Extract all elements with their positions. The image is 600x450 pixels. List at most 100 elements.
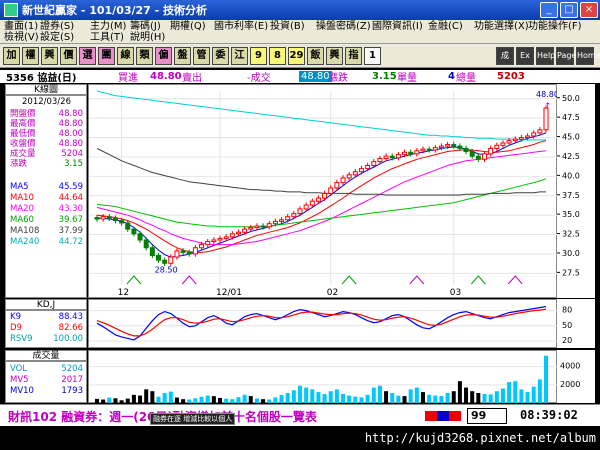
trade-label: -成交 xyxy=(247,73,271,84)
volume-bar xyxy=(347,395,352,403)
toolbar-button-12[interactable]: 江 xyxy=(231,46,248,65)
price-chart[interactable]: 12 12/01 02 03 28.50 48.80 ↑ xyxy=(88,84,559,298)
maximize-button[interactable]: □ xyxy=(560,2,578,18)
candle-body xyxy=(260,225,266,228)
toolbar-button-19[interactable]: 1 xyxy=(364,46,381,65)
candle-body xyxy=(500,142,506,146)
candle-body xyxy=(451,144,457,147)
menu-item-row1-8[interactable]: 國際資訊(I) xyxy=(372,21,423,33)
toolbar-button-4[interactable]: 選 xyxy=(79,46,96,65)
toolbar-button-10[interactable]: 管 xyxy=(193,46,210,65)
kdpanel-rows-row-1: D9 82.66 xyxy=(10,323,83,333)
toolbar-button-16[interactable]: 飯 xyxy=(307,46,324,65)
toolbar-button-2[interactable]: 興 xyxy=(41,46,58,65)
candle-body xyxy=(494,144,500,149)
candle-body xyxy=(106,216,112,219)
toolbar-button-15[interactable]: 29 xyxy=(288,46,305,65)
k-panel-date: 2012/03/26 xyxy=(22,97,71,107)
toolbar-button-0[interactable]: 加 xyxy=(3,46,20,65)
kpanel-ma-label-1: MA10 xyxy=(10,193,34,203)
kd-y-tick: 80 xyxy=(562,306,572,315)
candle-body xyxy=(180,250,186,253)
toolbar-button-14[interactable]: 8 xyxy=(269,46,286,65)
toolbar-button-8[interactable]: 偏 xyxy=(155,46,172,65)
volume-bar xyxy=(187,399,192,403)
kpanel-rows-label-2: 最低價 xyxy=(10,129,36,139)
minimize-button[interactable]: _ xyxy=(540,2,558,18)
kd-chart[interactable] xyxy=(88,299,558,348)
toolbar-button-13[interactable]: 9 xyxy=(250,46,267,65)
change-value: 3.15 xyxy=(372,71,397,82)
toolbar-right-button-0[interactable]: 成 xyxy=(496,46,514,65)
volume-bar xyxy=(279,395,284,403)
volume-bar xyxy=(371,387,376,403)
toolbar-right-button-3[interactable]: Page xyxy=(556,46,576,65)
app-icon xyxy=(4,3,18,17)
candle-body xyxy=(414,150,420,155)
volpanel-rows-value-0: 5204 xyxy=(61,364,83,374)
volume-bar xyxy=(273,397,278,403)
menu-item-row2-3[interactable]: 說明(H) xyxy=(130,32,165,44)
candle-body xyxy=(266,223,272,228)
toolbar-button-5[interactable]: 團 xyxy=(98,46,115,65)
toolbar-button-17[interactable]: 興 xyxy=(326,46,343,65)
menu-item-row1-6[interactable]: 投資(B) xyxy=(270,21,305,33)
candle-body xyxy=(518,137,524,140)
menu-item-row1-10[interactable]: 功能選擇(X) xyxy=(474,21,529,33)
menu-item-row1-9[interactable]: 金融(C) xyxy=(428,21,463,33)
page-counter[interactable]: 99 xyxy=(467,408,507,424)
kpanel-rows-label-1: 最高價 xyxy=(10,119,36,129)
toolbar-button-11[interactable]: 委 xyxy=(212,46,229,65)
kd-info-panel: K9 88.43 D9 82.66 RSV9 100.00 xyxy=(5,310,87,348)
toolbar-button-1[interactable]: 權 xyxy=(22,46,39,65)
candle-body xyxy=(272,220,278,225)
toolbar-button-18[interactable]: 指 xyxy=(345,46,362,65)
candle-body xyxy=(525,135,531,139)
candle-body xyxy=(475,155,481,160)
volume-bar xyxy=(359,397,364,403)
candle-body xyxy=(186,251,192,255)
candle-body xyxy=(463,147,469,153)
trade-value: 48.80 xyxy=(299,71,332,82)
toolbar-right-button-4[interactable]: Home xyxy=(576,46,600,65)
menu-item-row1-11[interactable]: 功能操作(F) xyxy=(528,21,582,33)
volume-bar xyxy=(211,396,216,403)
volume-bar xyxy=(119,400,124,403)
toolbar-button-6[interactable]: 線 xyxy=(117,46,134,65)
menu-item-row1-7[interactable]: 操盤密碼(Z) xyxy=(316,21,371,33)
volume-bar xyxy=(341,393,346,403)
toolbar-button-9[interactable]: 盤 xyxy=(174,46,191,65)
candle-body xyxy=(426,148,432,151)
volpanel-rows-label-1: MV5 xyxy=(10,375,29,385)
volume-bar xyxy=(433,395,438,403)
volume-bar xyxy=(494,391,499,403)
candle-body xyxy=(395,154,401,159)
kdpanel-rows-value-1: 82.66 xyxy=(58,323,83,333)
volume-bar xyxy=(95,398,99,403)
kdpanel-rows-value-2: 100.00 xyxy=(53,334,83,344)
volume-chart[interactable] xyxy=(88,350,558,403)
signal-marker-icon xyxy=(341,275,357,285)
menu-item-row2-2[interactable]: 工具(T) xyxy=(90,32,124,44)
kpanel-ma-value-3: 39.67 xyxy=(58,215,83,225)
volume-bar xyxy=(230,399,235,403)
high-price-label: 48.80 xyxy=(536,90,558,99)
candle-body xyxy=(297,208,303,215)
volume-bar xyxy=(476,393,481,403)
volume-y-axis: 4000 2000 xyxy=(557,350,595,403)
toolbar-right-button-1[interactable]: Ex xyxy=(516,46,534,65)
kdpanel-rows-label-2: RSV9 xyxy=(10,334,33,344)
candle-body xyxy=(149,247,155,257)
menu-item-row1-5[interactable]: 國市利率(E) xyxy=(214,21,268,33)
menu-item-row2-0[interactable]: 檢視(V) xyxy=(4,32,39,44)
stock-name: 5356 協益(日) xyxy=(6,73,77,84)
kd-y-tick: 50 xyxy=(562,321,572,330)
kpanel-rows-label-5: 漲跌 xyxy=(10,159,28,169)
close-button[interactable]: × xyxy=(580,2,598,18)
toolbar-button-3[interactable]: 價 xyxy=(60,46,77,65)
menu-item-row2-1[interactable]: 設定(S) xyxy=(40,32,74,44)
toolbar-right-button-2[interactable]: Help xyxy=(536,46,555,65)
toolbar-button-7[interactable]: 類 xyxy=(136,46,153,65)
price-x-tick: 02 xyxy=(327,288,338,298)
menu-item-row1-4[interactable]: 期權(Q) xyxy=(170,21,206,33)
